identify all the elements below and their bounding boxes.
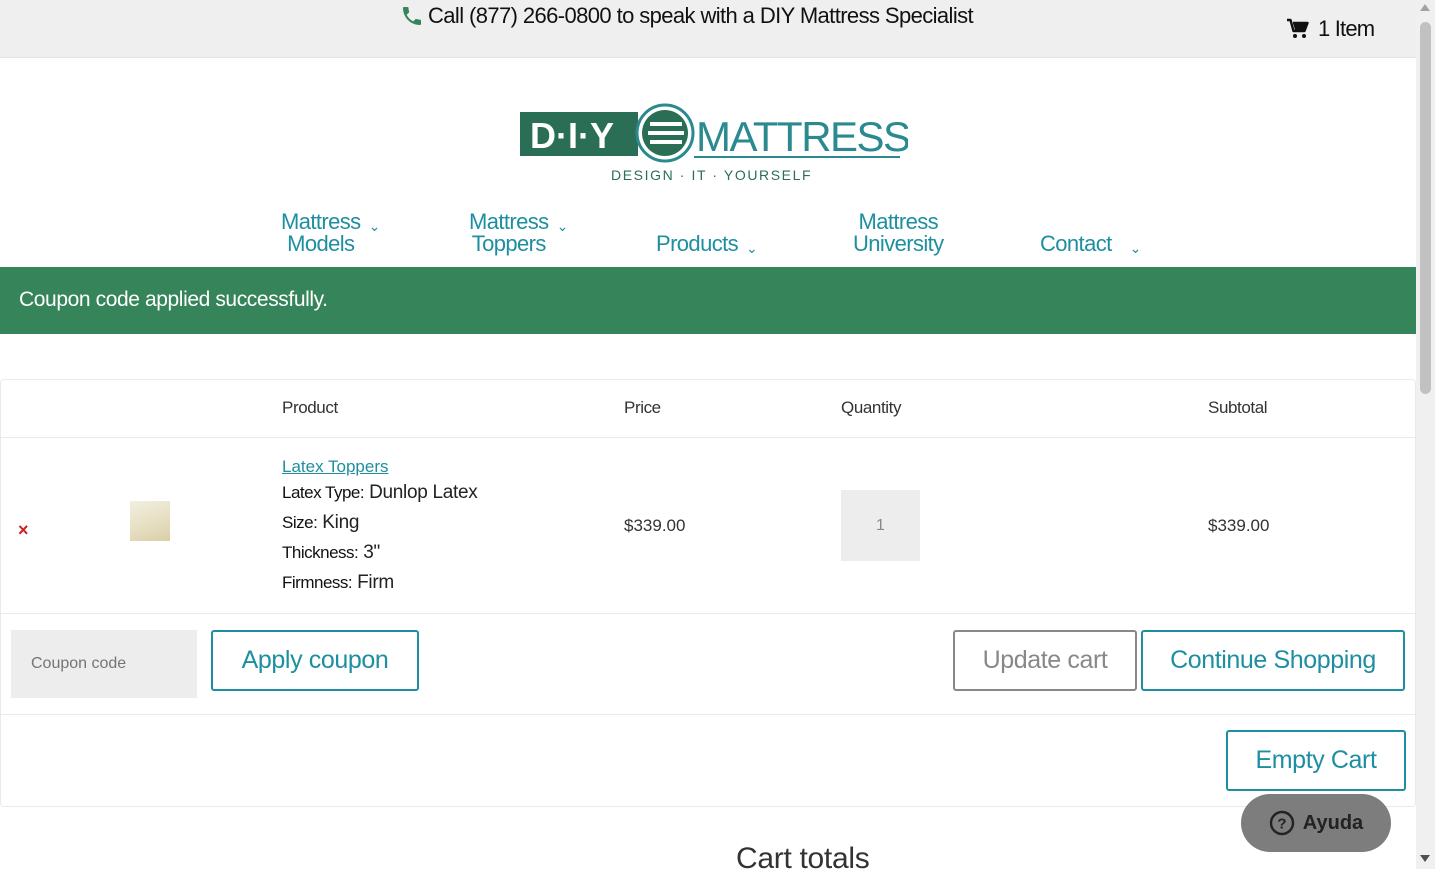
- phone-icon: [403, 7, 421, 25]
- header-quantity: Quantity: [841, 398, 902, 417]
- divider: [1, 437, 1415, 438]
- nav-label: Products: [656, 231, 739, 256]
- site-logo[interactable]: D·I·Y MATTRESS DESIGN · IT · YOURSELF: [518, 100, 912, 186]
- remove-item-button[interactable]: ×: [18, 520, 29, 541]
- cart-count: 1 Item: [1318, 16, 1375, 41]
- item-price: $339.00: [624, 516, 686, 535]
- help-button[interactable]: ? Ayuda: [1241, 794, 1391, 852]
- nav-label-line2: Toppers: [471, 231, 547, 256]
- attr-label: Firmness:: [282, 573, 353, 592]
- product-link[interactable]: Latex Toppers: [282, 457, 388, 477]
- nav-mattress-models[interactable]: Mattress Models ⌄: [281, 211, 380, 255]
- page-scrollbar[interactable]: [1416, 0, 1435, 869]
- divider: [1, 613, 1415, 614]
- phone-callout[interactable]: Call (877) 266-0800 to speak with a DIY …: [400, 3, 974, 29]
- logo-brand-right: MATTRESS: [696, 113, 908, 160]
- header-product: Product: [282, 398, 338, 417]
- product-thumbnail[interactable]: [130, 501, 170, 541]
- mini-cart-link[interactable]: 1 Item: [1286, 16, 1375, 42]
- question-circle-icon: ?: [1269, 810, 1294, 836]
- notice-text: Coupon code applied successfully.: [19, 288, 328, 311]
- chevron-down-icon: ⌄: [746, 240, 758, 256]
- nav-mattress-university[interactable]: Mattress University: [853, 211, 944, 255]
- scroll-up-arrow-icon[interactable]: [1420, 4, 1430, 11]
- nav-label-line2: Models: [287, 231, 355, 256]
- apply-coupon-button[interactable]: Apply coupon: [211, 630, 419, 691]
- empty-cart-button[interactable]: Empty Cart: [1226, 730, 1406, 791]
- nav-mattress-toppers[interactable]: Mattress Toppers ⌄: [469, 211, 568, 255]
- attr-label: Size:: [282, 513, 318, 532]
- attr-value: King: [322, 512, 360, 533]
- header-price: Price: [624, 398, 661, 417]
- coupon-code-input[interactable]: [11, 630, 197, 698]
- attr-label: Thickness:: [282, 543, 359, 562]
- logo-brand-left: D·I·Y: [530, 115, 614, 156]
- nav-products[interactable]: Products ⌄: [656, 231, 758, 259]
- scroll-down-arrow-icon[interactable]: [1420, 855, 1430, 862]
- nav-label-line1: Mattress: [469, 209, 549, 234]
- header-subtotal: Subtotal: [1208, 398, 1268, 417]
- cart-totals-heading: Cart totals: [736, 842, 870, 875]
- phone-text: Call (877) 266-0800 to speak with a DIY …: [428, 3, 974, 28]
- nav-label-line1: Mattress: [858, 209, 939, 234]
- quantity-input[interactable]: [841, 490, 920, 561]
- attr-thickness: Thickness: 3": [282, 542, 380, 564]
- attr-label: Latex Type:: [282, 483, 365, 502]
- attr-size: Size: King: [282, 512, 359, 534]
- chevron-down-icon: ⌄: [1129, 240, 1142, 256]
- top-bar: Call (877) 266-0800 to speak with a DIY …: [0, 0, 1416, 58]
- nav-label: Contact: [1040, 231, 1112, 256]
- cart-icon: [1287, 18, 1309, 38]
- help-label: Ayuda: [1302, 811, 1364, 834]
- item-subtotal: $339.00: [1208, 516, 1270, 535]
- update-cart-button[interactable]: Update cart: [953, 630, 1137, 691]
- logo-tagline: DESIGN · IT · YOURSELF: [611, 167, 812, 183]
- coupon-success-notice: Coupon code applied successfully.: [0, 267, 1416, 334]
- divider: [1, 714, 1415, 715]
- scroll-thumb[interactable]: [1420, 22, 1431, 394]
- attr-value: Dunlop Latex: [369, 482, 478, 503]
- chevron-down-icon: ⌄: [368, 218, 381, 234]
- nav-label-line2: University: [853, 231, 944, 256]
- svg-text:?: ?: [1277, 816, 1286, 833]
- attr-value: Firm: [357, 572, 394, 593]
- cart-table: Product Price Quantity Subtotal × Latex …: [0, 379, 1416, 807]
- chevron-down-icon: ⌄: [556, 218, 569, 234]
- nav-contact[interactable]: Contact ⌄: [1040, 233, 1141, 259]
- attr-latex-type: Latex Type: Dunlop Latex: [282, 482, 478, 504]
- continue-shopping-button[interactable]: Continue Shopping: [1141, 630, 1405, 691]
- attr-firmness: Firmness: Firm: [282, 572, 394, 594]
- attr-value: 3": [363, 542, 380, 563]
- nav-label-line1: Mattress: [281, 209, 361, 234]
